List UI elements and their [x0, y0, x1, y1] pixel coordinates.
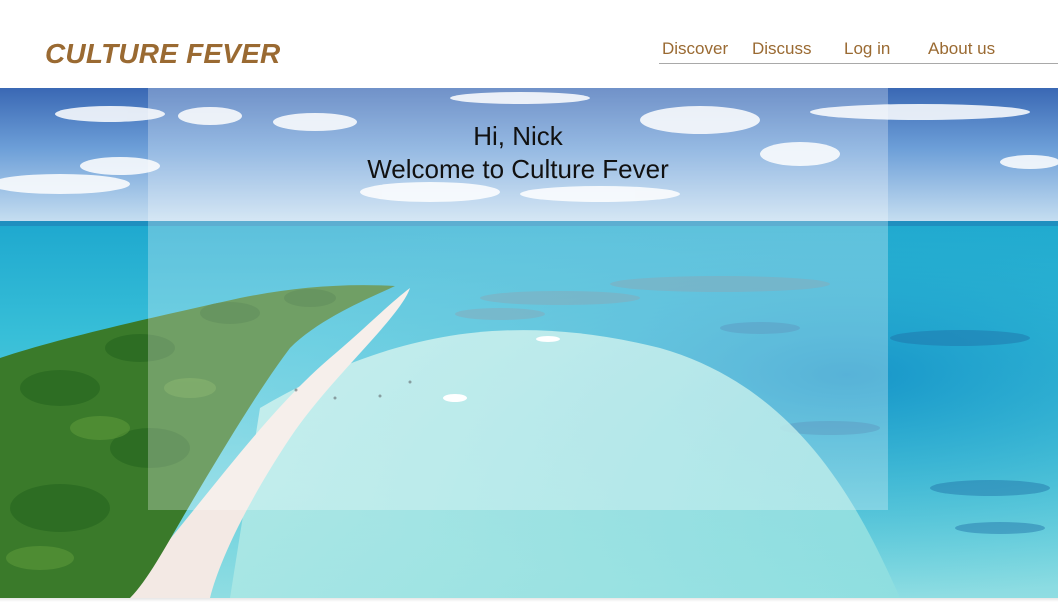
- nav-link-about-us[interactable]: About us: [928, 39, 995, 59]
- greeting-name: Hi, Nick: [473, 121, 563, 151]
- main-nav: Discover Discuss Log in About us: [659, 38, 1058, 64]
- site-header: CULTURE FEVER Discover Discuss Log in Ab…: [0, 0, 1058, 88]
- site-logo[interactable]: CULTURE FEVER: [45, 38, 280, 70]
- page-bottom-divider: [0, 598, 1058, 602]
- nav-link-login[interactable]: Log in: [844, 39, 890, 59]
- nav-link-discuss[interactable]: Discuss: [752, 39, 812, 59]
- nav-link-discover[interactable]: Discover: [662, 39, 728, 59]
- welcome-message: Welcome to Culture Fever: [367, 154, 669, 184]
